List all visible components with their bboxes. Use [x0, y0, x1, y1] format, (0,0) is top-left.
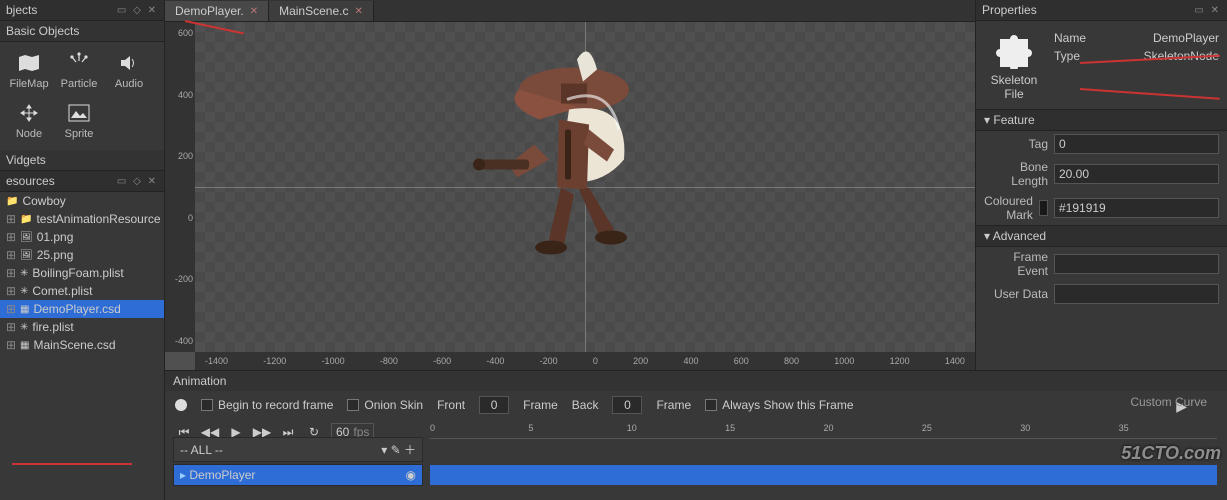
resource-item[interactable]: ⊞📁testAnimationResource	[0, 210, 164, 228]
name-value[interactable]: DemoPlayer	[1153, 31, 1219, 45]
properties-title: Properties	[982, 3, 1037, 17]
editor-tabs: DemoPlayer.✕ MainScene.c✕	[165, 0, 975, 22]
node-icon	[18, 102, 40, 124]
frame-event-input[interactable]	[1054, 254, 1219, 274]
tag-input[interactable]	[1054, 134, 1219, 154]
front-label: Front	[437, 398, 465, 412]
character-sprite[interactable]	[449, 29, 689, 292]
frame-event-label: Frame Event	[984, 250, 1048, 278]
front-input[interactable]	[479, 396, 509, 414]
file-icon: ✳	[20, 286, 28, 297]
tag-label: Tag	[984, 137, 1048, 151]
close-icon[interactable]: ✕	[250, 6, 258, 17]
resource-item[interactable]: ⊞🖼01.png	[0, 228, 164, 246]
back-input[interactable]	[612, 396, 642, 414]
sprite-icon	[68, 102, 90, 124]
ruler-vertical: 6004002000-200-400	[165, 22, 195, 352]
widgets-title: Vidgets	[6, 153, 46, 167]
panel-dock-icons[interactable]: ▭ ◇ ✕	[117, 5, 158, 16]
objects-grid: FileMap Particle Audio Node Sprite	[0, 42, 164, 150]
record-icon[interactable]	[175, 399, 187, 411]
filemap-icon	[18, 52, 40, 74]
edit-icon[interactable]: ✎	[391, 443, 401, 457]
obj-particle[interactable]: Particle	[54, 46, 104, 96]
file-icon: 📁	[20, 214, 32, 225]
animation-title: Animation	[173, 374, 226, 388]
file-icon: ✳	[20, 322, 28, 333]
advanced-section[interactable]: Advanced	[993, 229, 1046, 243]
watermark: 51CTO.com	[1121, 443, 1221, 464]
type-label: Type	[1054, 49, 1080, 63]
basic-objects-title: Basic Objects	[6, 24, 79, 38]
close-icon[interactable]: ✕	[354, 6, 362, 17]
back-label: Back	[572, 398, 599, 412]
animation-selector[interactable]: -- ALL --▾ ✎ ＋	[173, 437, 423, 462]
frame-label: Frame	[523, 398, 558, 412]
expand-icon[interactable]: ▸	[180, 468, 186, 482]
file-icon: 📁	[6, 196, 18, 207]
timeline-ruler[interactable]: 05101520253035	[430, 421, 1217, 439]
panel-dock-icons3[interactable]: ▭ ✕	[1194, 5, 1221, 16]
tab-mainscene[interactable]: MainScene.c✕	[269, 1, 374, 21]
ruler-horizontal: -1400-1200-1000-800-600-400-200020040060…	[195, 352, 975, 370]
onion-skin-check[interactable]: Onion Skin	[347, 398, 423, 412]
user-data-label: User Data	[984, 287, 1048, 301]
user-data-input[interactable]	[1054, 284, 1219, 304]
canvas[interactable]	[195, 22, 975, 352]
audio-icon	[118, 52, 140, 74]
feature-section[interactable]: Feature	[993, 113, 1034, 127]
name-label: Name	[1054, 31, 1086, 45]
bone-length-input[interactable]	[1054, 164, 1219, 184]
chevron-down-icon[interactable]: ▾	[984, 229, 993, 243]
chevron-down-icon[interactable]: ▾	[381, 443, 387, 457]
file-icon: ▦	[20, 340, 29, 351]
file-icon: 🖼	[20, 250, 33, 261]
frame-label: Frame	[656, 398, 691, 412]
add-icon[interactable]: ＋	[404, 443, 416, 457]
objects-title: bjects	[6, 3, 37, 17]
custom-curve-label: Custom Curve	[1130, 395, 1207, 409]
colour-label: Coloured Mark	[984, 194, 1033, 222]
particle-icon	[68, 52, 90, 74]
resource-item[interactable]: ⊞🖼25.png	[0, 246, 164, 264]
puzzle-icon	[994, 29, 1034, 69]
skeleton-file-slot[interactable]: Skeleton File	[984, 29, 1044, 101]
colour-swatch[interactable]	[1039, 200, 1048, 216]
resources-title: esources	[6, 174, 55, 188]
begin-record-check[interactable]: Begin to record frame	[201, 398, 333, 412]
track-demoplayer[interactable]: ▸ DemoPlayer◉	[173, 464, 423, 486]
timeline-track[interactable]	[430, 465, 1217, 485]
obj-filemap[interactable]: FileMap	[4, 46, 54, 96]
tab-demoplayer[interactable]: DemoPlayer.✕	[165, 1, 269, 21]
obj-sprite[interactable]: Sprite	[54, 96, 104, 146]
resources-tree[interactable]: 📁Cowboy⊞📁testAnimationResource⊞🖼01.png⊞🖼…	[0, 192, 164, 500]
visibility-icon[interactable]: ◉	[406, 468, 416, 482]
obj-audio[interactable]: Audio	[104, 46, 154, 96]
resource-item[interactable]: ⊞✳fire.plist	[0, 318, 164, 336]
file-icon: ▦	[20, 304, 29, 315]
file-icon: ✳	[20, 268, 28, 279]
bone-length-label: Bone Length	[984, 160, 1048, 188]
colour-input[interactable]	[1054, 198, 1219, 218]
panel-dock-icons2[interactable]: ▭ ◇ ✕	[117, 176, 158, 187]
resource-item[interactable]: 📁Cowboy	[0, 192, 164, 210]
always-show-check[interactable]: Always Show this Frame	[705, 398, 853, 412]
resource-item[interactable]: ⊞✳BoilingFoam.plist	[0, 264, 164, 282]
obj-node[interactable]: Node	[4, 96, 54, 146]
file-icon: 🖼	[20, 232, 33, 243]
resource-item[interactable]: ⊞▦MainScene.csd	[0, 336, 164, 354]
resource-item[interactable]: ⊞▦DemoPlayer.csd	[0, 300, 164, 318]
resource-item[interactable]: ⊞✳Comet.plist	[0, 282, 164, 300]
chevron-down-icon[interactable]: ▾	[984, 113, 993, 127]
